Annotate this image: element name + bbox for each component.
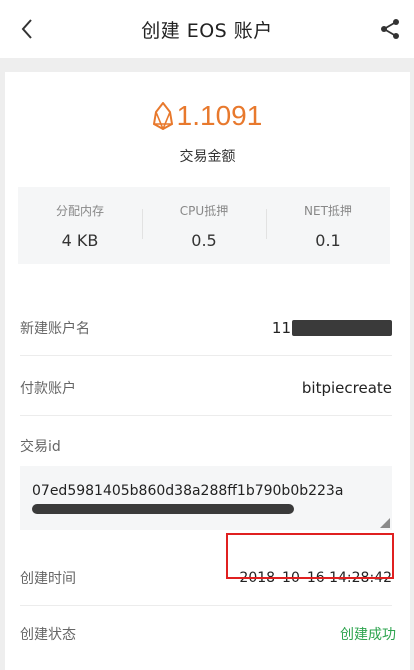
payer-row: 付款账户 bitpiecreate bbox=[20, 360, 392, 416]
new-account-value: 11 bbox=[272, 319, 392, 337]
amount-value: 1.1091 bbox=[176, 100, 263, 131]
new-account-label: 新建账户名 bbox=[20, 320, 90, 337]
payer-value: bitpiecreate bbox=[301, 378, 392, 397]
share-icon bbox=[381, 19, 399, 39]
back-button[interactable] bbox=[14, 16, 40, 42]
txid-textarea[interactable]: 07ed5981405b860d38a288ff1b790b0b223a bbox=[20, 466, 392, 530]
stat-value: 4 KB bbox=[61, 231, 99, 250]
payer-label: 付款账户 bbox=[20, 380, 76, 397]
stat-label: CPU抵押 bbox=[179, 204, 229, 218]
redaction-mask bbox=[292, 320, 392, 336]
stat-label: NET抵押 bbox=[304, 204, 352, 218]
stat-value: 0.1 bbox=[315, 231, 341, 250]
redaction-mask bbox=[32, 504, 294, 514]
chevron-left-icon bbox=[21, 19, 32, 39]
amount-label: 交易金额 bbox=[179, 149, 236, 165]
status-label: 创建状态 bbox=[20, 627, 76, 643]
new-account-row: 新建账户名 11 bbox=[20, 300, 392, 356]
share-button[interactable] bbox=[376, 15, 404, 43]
created-time-label: 创建时间 bbox=[20, 570, 76, 587]
top-bar: 创建 EOS 账户 bbox=[0, 0, 414, 58]
status-row: 创建状态 创建成功 bbox=[20, 606, 396, 662]
highlight-annotation bbox=[226, 533, 394, 579]
txid-label: 交易id bbox=[20, 439, 61, 455]
resource-stats: 分配内存 4 KB CPU抵押 0.5 NET抵押 0.1 bbox=[18, 187, 390, 264]
stat-label: 分配内存 bbox=[55, 204, 104, 218]
stat-cpu: CPU抵押 0.5 bbox=[142, 187, 266, 264]
stat-value: 0.5 bbox=[191, 231, 217, 250]
stat-memory: 分配内存 4 KB bbox=[18, 187, 142, 264]
eos-logo-icon bbox=[152, 102, 173, 130]
resize-handle-icon[interactable] bbox=[380, 518, 390, 528]
txid-value: 07ed5981405b860d38a288ff1b790b0b223a bbox=[32, 483, 344, 499]
stat-net: NET抵押 0.1 bbox=[266, 187, 390, 264]
amount-row: 1.1091 bbox=[5, 100, 410, 132]
transaction-card: 1.1091 交易金额 分配内存 4 KB CPU抵押 0.5 NET抵押 0.… bbox=[5, 72, 410, 670]
status-value: 创建成功 bbox=[340, 627, 396, 643]
page-title: 创建 EOS 账户 bbox=[141, 19, 273, 42]
